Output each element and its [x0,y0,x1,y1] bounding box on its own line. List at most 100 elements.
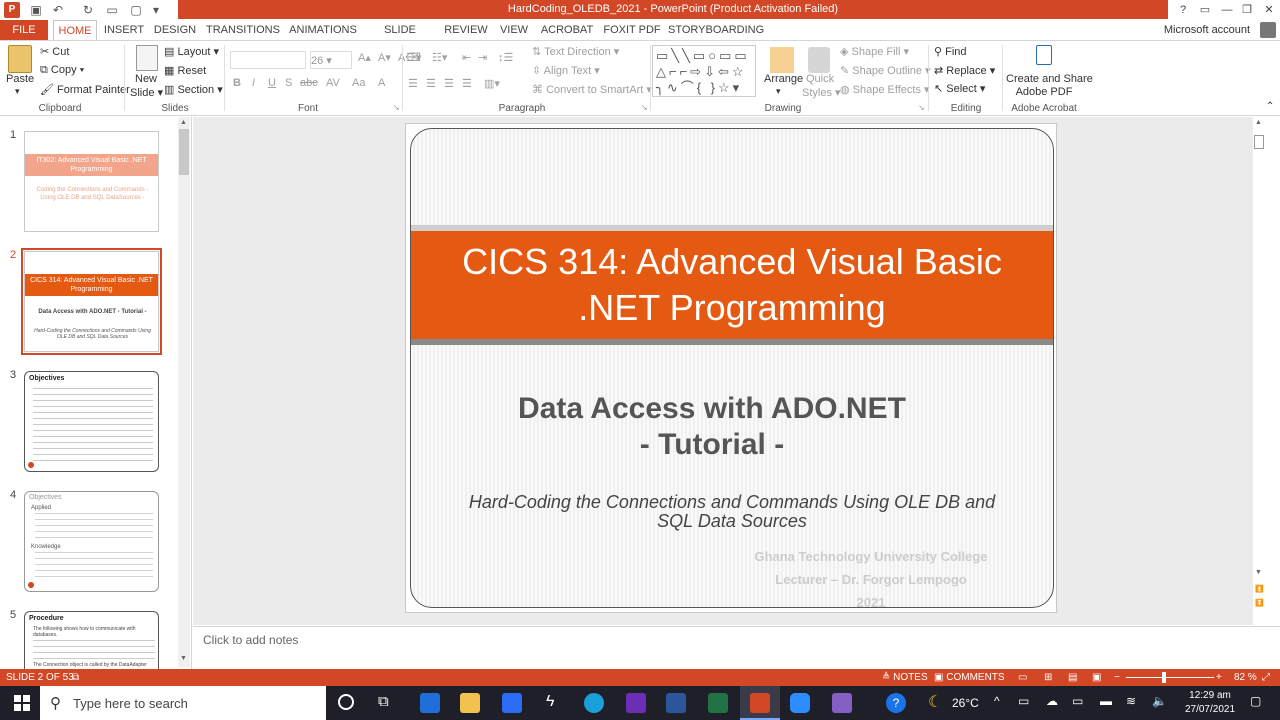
previous-slide-icon[interactable]: ⏫ [1255,585,1264,593]
scroll-down-icon[interactable]: ▼ [180,655,187,662]
scroll-thumb[interactable] [179,129,189,175]
new-document-icon[interactable]: ▢ [128,2,144,18]
font-color-button[interactable]: A [378,77,385,89]
shape-outline-button[interactable]: ✎ Shape Outline ▾ [840,64,931,77]
indent-decrease-icon[interactable]: ⇤ [462,51,471,64]
scroll-down-icon[interactable]: ▼ [1255,569,1262,576]
excel-icon[interactable] [708,693,728,713]
comments-toggle[interactable]: ▣ COMMENTS [934,669,1005,686]
normal-view-icon[interactable]: ▭ [1018,669,1027,686]
slide-thumbnail-4[interactable]: Objectives Applied Knowledge [24,491,159,592]
slide-title[interactable]: CICS 314: Advanced Visual Basic .NET Pro… [411,239,1053,331]
zoom-out-icon[interactable]: − [1114,669,1120,686]
change-case-button[interactable]: Aa [352,77,365,89]
slide-thumbnail-2[interactable]: CICS 314: Advanced Visual Basic .NET Pro… [21,248,162,355]
collapse-ribbon-icon[interactable]: ⌃ [1266,101,1274,112]
select-button[interactable]: ↖ Select ▾ [934,82,985,95]
arrange-button[interactable]: Arrange [764,73,803,85]
slide-thumbnail-1[interactable]: IT302: Advanced Visual Basic .NET Progra… [24,131,159,232]
restore-button[interactable]: ❐ [1238,2,1256,18]
section-button[interactable]: ▥ Section ▾ [164,83,223,96]
powerpoint-taskbar-button[interactable] [740,686,780,720]
columns-icon[interactable]: ▥▾ [484,77,500,90]
convert-smartart-button[interactable]: ⌘ Convert to SmartArt ▾ [532,83,652,96]
tab-acrobat[interactable]: ACROBAT [538,20,596,40]
task-view-icon[interactable]: ⧉ [378,693,389,710]
cut-button[interactable]: ✂ Cut [40,45,69,58]
scroll-up-icon[interactable]: ▲ [180,119,187,126]
replace-button[interactable]: ⇄ Replace ▾ [934,64,995,77]
tab-design[interactable]: DESIGN [152,20,198,40]
create-share-pdf-line1[interactable]: Create and Share [1006,73,1093,85]
windows-start-icon[interactable] [14,695,30,711]
char-spacing-button[interactable]: AV [326,77,340,89]
slide-counter[interactable]: SLIDE 2 OF 53 [6,669,74,686]
reset-button[interactable]: ▦ Reset [164,64,206,77]
adobe-pdf-icon[interactable] [1036,45,1052,65]
font-dialog-launcher-icon[interactable]: ↘ [393,103,400,112]
scroll-up-icon[interactable]: ▲ [1255,119,1262,126]
tab-animations[interactable]: ANIMATIONS [287,20,359,40]
network-icon[interactable]: ▭ [1072,694,1083,708]
arrange-dropdown-icon[interactable]: ▾ [776,86,781,97]
mail-icon[interactable] [420,693,440,713]
battery-icon[interactable]: ▬ [1100,694,1112,708]
meet-now-icon[interactable]: ▭ [1018,694,1029,708]
strikethrough-button[interactable]: abc [300,77,318,89]
customize-toolbar-icon[interactable]: ▾ [148,2,164,18]
indent-increase-icon[interactable]: ⇥ [478,51,487,64]
edge-icon[interactable] [584,693,604,713]
cortana-icon[interactable] [338,694,354,710]
bold-button[interactable]: B [233,77,241,89]
slide-thumbnail-5[interactable]: Procedure The following shows how to com… [24,611,159,669]
slide-scrollbar[interactable]: ▲ ▼ ⏫ ⏬ [1253,117,1265,625]
show-hidden-icons-icon[interactable]: ^ [994,694,1000,708]
next-slide-icon[interactable]: ⏬ [1255,599,1264,607]
reading-view-icon[interactable]: ▤ [1068,669,1077,686]
zoom-slider-handle[interactable] [1162,672,1166,683]
account-menu[interactable]: Microsoft account [1156,20,1258,40]
font-size-combobox[interactable]: 26 ▾ [310,51,352,69]
align-left-icon[interactable]: ☰ [408,77,418,90]
zoom-slider-track[interactable] [1126,677,1214,678]
sendanywhere-icon[interactable]: ϟ [546,693,554,711]
dropbox-icon[interactable] [502,693,522,713]
fit-to-window-icon[interactable]: ⤢ [1262,669,1270,686]
help-icon[interactable]: ? [886,693,906,713]
notifications-icon[interactable]: ▢ [1250,694,1261,708]
copy-button[interactable]: ⧉ Copy ▾ [40,64,84,77]
slide-credits[interactable]: Ghana Technology University College Lect… [721,545,1021,607]
clock[interactable]: 12:29 am 27/07/2021 [1180,689,1240,717]
word-icon[interactable] [666,693,686,713]
quick-styles-label-2[interactable]: Styles ▾ [802,86,841,99]
slideshow-view-icon[interactable]: ▣ [1092,669,1101,686]
justify-icon[interactable]: ☰ [462,77,472,90]
cloud-icon[interactable]: ☁ [1046,694,1058,708]
layout-button[interactable]: ▤ Layout ▾ [164,45,219,58]
dotnet-icon[interactable] [626,693,646,713]
tab-file[interactable]: FILE [0,20,48,40]
format-painter-button[interactable]: 🖌 Format Painter [40,83,130,96]
scroll-thumb[interactable] [1254,135,1264,149]
align-text-button[interactable]: ⇳ Align Text ▾ [532,64,600,77]
paste-button[interactable]: Paste [6,73,34,85]
align-center-icon[interactable]: ☰ [426,77,436,90]
visual-studio-icon[interactable] [832,693,852,713]
redo-icon[interactable]: ↻ [80,2,96,18]
create-share-pdf-line2[interactable]: Adobe PDF [1006,86,1082,98]
paste-icon[interactable] [8,45,32,73]
ribbon-display-button[interactable]: ▭ [1196,2,1214,18]
thumbnail-scrollbar[interactable]: ▲ ▼ [178,117,190,667]
tab-insert[interactable]: INSERT [103,20,145,40]
help-button[interactable]: ? [1174,2,1192,18]
tab-review[interactable]: REVIEW [442,20,490,40]
decrease-font-icon[interactable]: A▾ [378,51,391,64]
quick-styles-label[interactable]: Quick [806,73,834,85]
bullets-icon[interactable]: ☰▾ [406,51,421,64]
spell-check-icon[interactable]: ⧉ [72,669,79,686]
tab-storyboarding[interactable]: STORYBOARDING [668,20,764,40]
taskbar-search-box[interactable]: ⚲ Type here to search [40,686,326,720]
save-icon[interactable]: ▣ [28,2,44,18]
notes-pane[interactable]: Click to add notes [193,626,1265,669]
slide-subtitle[interactable]: Data Access with ADO.NET - Tutorial - [411,391,1053,463]
